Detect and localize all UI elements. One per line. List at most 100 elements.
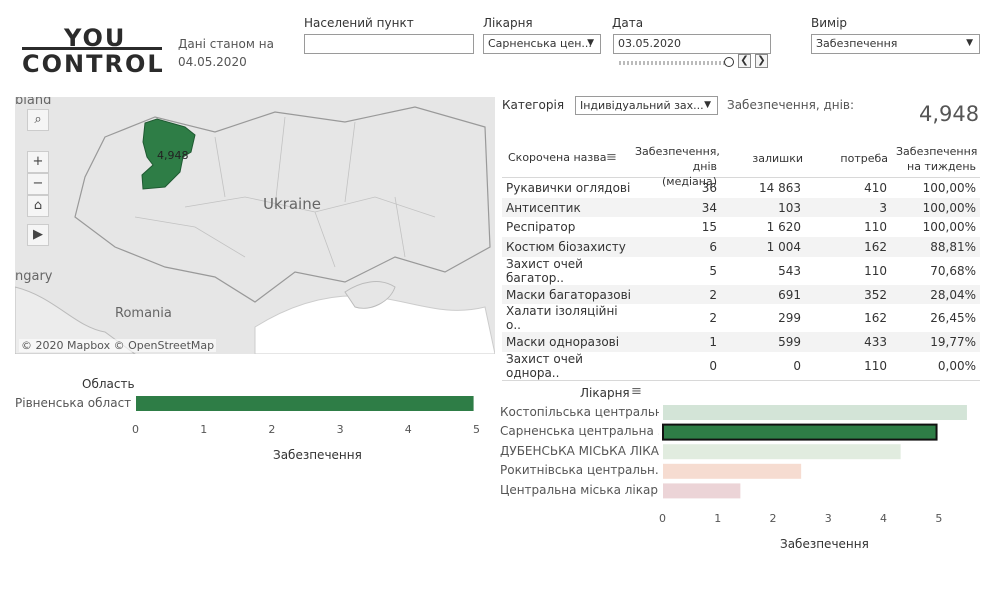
chart-bar[interactable] [663, 405, 967, 420]
table-cell: Антисептик [502, 197, 636, 218]
metric-label: Забезпечення, днів: [727, 98, 855, 112]
sort-icon[interactable]: ≡ [631, 384, 642, 399]
chart-bar[interactable] [136, 396, 474, 411]
region-chart-xlabel: Забезпечення [273, 448, 362, 462]
category-select[interactable]: Індивідуальний зах... ▼ [575, 96, 718, 115]
chart-bar[interactable] [663, 483, 741, 499]
settlement-input[interactable] [304, 34, 474, 54]
table-cell: Захист очей багатор.. [506, 256, 583, 285]
hospital-label: Лікарня [483, 16, 533, 30]
table-cell: 5 [709, 263, 717, 278]
table-cell: 100,00% [922, 220, 976, 235]
table-row[interactable]: Халати ізоляційні о.. 2 299 162 26,45% [502, 304, 980, 332]
search-icon: ⌕ [34, 112, 42, 127]
minus-icon: − [32, 176, 44, 191]
reset-map-button[interactable]: ⌂ [27, 195, 49, 217]
chart-bar[interactable] [663, 463, 802, 479]
table-cell: 410 [864, 180, 887, 195]
region-value-label: 4,948 [157, 149, 189, 162]
zoom-out-button[interactable]: − [27, 173, 49, 195]
as-of-label: Дані станом на [178, 37, 274, 51]
table-cell: Костюм біозахисту [502, 237, 636, 257]
table-cell: Маски багаторазові [502, 284, 636, 305]
chart-bar[interactable] [663, 444, 901, 460]
chart-category-label[interactable]: Рівненська область [15, 396, 131, 410]
col-header-stock[interactable]: залишки [747, 152, 803, 165]
date-slider[interactable] [619, 57, 734, 67]
table-cell: 14 863 [759, 180, 801, 195]
chart-category-label[interactable]: ДУБЕНСЬКА МІСЬКА ЛІКА.. [500, 444, 659, 458]
map-attribution: © 2020 Mapbox © OpenStreetMap [19, 339, 217, 352]
chart-tick-label: 2 [769, 512, 777, 525]
table-cell: 70,68% [930, 263, 976, 278]
table-row[interactable]: Рукавички оглядові 36 14 863 410 100,00% [502, 178, 980, 198]
table-cell: 1 [636, 332, 721, 353]
table-cell: 110 [864, 263, 887, 278]
table-cell: 599 [721, 332, 805, 353]
hospital-select-value: Сарненська цен... [488, 37, 592, 50]
col-header-supply-days[interactable]: Забезпечення, днів (медіана) [635, 144, 720, 189]
chart-category-label[interactable]: Центральна міська лікар.. [500, 483, 659, 497]
map-view[interactable]: 4,948 Ukraine bland Romania ngary ⌕ + − … [15, 97, 495, 354]
map-search-button[interactable]: ⌕ [27, 109, 49, 131]
table-cell: 88,81% [891, 237, 980, 257]
table-cell: 433 [805, 332, 891, 353]
table-cell: Захист очей однора.. [506, 352, 583, 381]
table-cell: 6 [636, 237, 721, 257]
map-toolbar-expand-button[interactable]: ▶ [27, 224, 49, 246]
measure-label: Вимір [811, 16, 848, 30]
table-row[interactable]: Захист очей багатор.. 5 543 110 70,68% [502, 257, 980, 285]
table-body: Рукавички оглядові 36 14 863 410 100,00% Анти… [502, 178, 980, 380]
table-cell: 103 [721, 197, 805, 218]
map-label-poland: bland [15, 97, 52, 108]
chart-category-label[interactable]: Костопільська центральн.. [500, 405, 659, 419]
col-header-need[interactable]: потреба [832, 152, 888, 165]
hospital-chart-xlabel: Забезпечення [780, 537, 869, 551]
chart-tick-label: 4 [880, 512, 888, 525]
chart-bar[interactable] [662, 423, 938, 441]
table-cell: 28,04% [891, 284, 980, 305]
chart-tick-label: 3 [824, 512, 832, 525]
table-cell: 26,45% [930, 311, 976, 326]
table-row[interactable]: Маски одноразові 1 599 433 19,77% [502, 332, 980, 353]
chart-tick-label: 3 [336, 423, 344, 436]
table-row[interactable]: Респіратор 15 1 620 110 100,00% [502, 217, 980, 237]
chart-category-label[interactable]: Сарненська центральна .. [500, 424, 659, 438]
table-cell: 100,00% [922, 180, 976, 195]
table-rows: Рукавички оглядові 36 14 863 410 100,00% Анти… [502, 178, 980, 380]
date-next-button[interactable]: ❯ [755, 54, 768, 68]
hospital-select[interactable]: Сарненська цен... ▼ [483, 34, 601, 54]
measure-select-value: Забезпечення [816, 37, 898, 50]
table-cell: 1 620 [766, 220, 801, 235]
chart-category-label[interactable]: Рокитнівська центральн.. [500, 463, 659, 477]
sort-icon[interactable]: ≡ [606, 150, 617, 165]
hospital-chart-title: Лікарня [580, 386, 630, 400]
table-row[interactable]: Захист очей однора.. 0 0 110 0,00% [502, 352, 980, 380]
category-select-value: Індивідуальний зах... [580, 99, 704, 112]
home-icon: ⌂ [33, 198, 43, 213]
table-cell: Халати ізоляційні о.. [506, 304, 618, 333]
table-cell: 691 [721, 284, 805, 305]
measure-select[interactable]: Забезпечення ▼ [811, 34, 980, 54]
table-cell: 0 [793, 359, 801, 374]
chart-tick-label: 5 [473, 423, 480, 436]
zoom-in-button[interactable]: + [27, 151, 49, 173]
date-input[interactable]: 03.05.2020 [613, 34, 771, 54]
region-chart-title: Область [82, 377, 135, 391]
col-header-weekly[interactable]: Забезпечення на тиждень [896, 144, 977, 174]
table-bottom-border [502, 380, 980, 382]
table-row[interactable]: Костюм біозахисту 6 1 004 162 88,81% [502, 237, 980, 257]
supplies-table: Скорочена назва ≡ Забезпечення, днів (ме… [502, 140, 980, 382]
youcontrol-logo: YOU CONTROL [22, 24, 163, 78]
table-row[interactable]: Антисептик 34 103 3 100,00% [502, 197, 980, 218]
col-header-name[interactable]: Скорочена назва [508, 151, 606, 164]
table-cell: 299 [778, 311, 801, 326]
date-label: Дата [612, 16, 644, 30]
date-slider-knob[interactable] [723, 57, 734, 67]
table-cell: 352 [805, 284, 891, 305]
table-row[interactable]: Маски багаторазові 2 691 352 28,04% [502, 284, 980, 305]
table-cell: 15 [701, 220, 717, 235]
chart-tick-label: 0 [659, 512, 666, 525]
date-prev-button[interactable]: ❮ [738, 54, 751, 68]
table-header: Скорочена назва ≡ Забезпечення, днів (ме… [502, 140, 980, 188]
